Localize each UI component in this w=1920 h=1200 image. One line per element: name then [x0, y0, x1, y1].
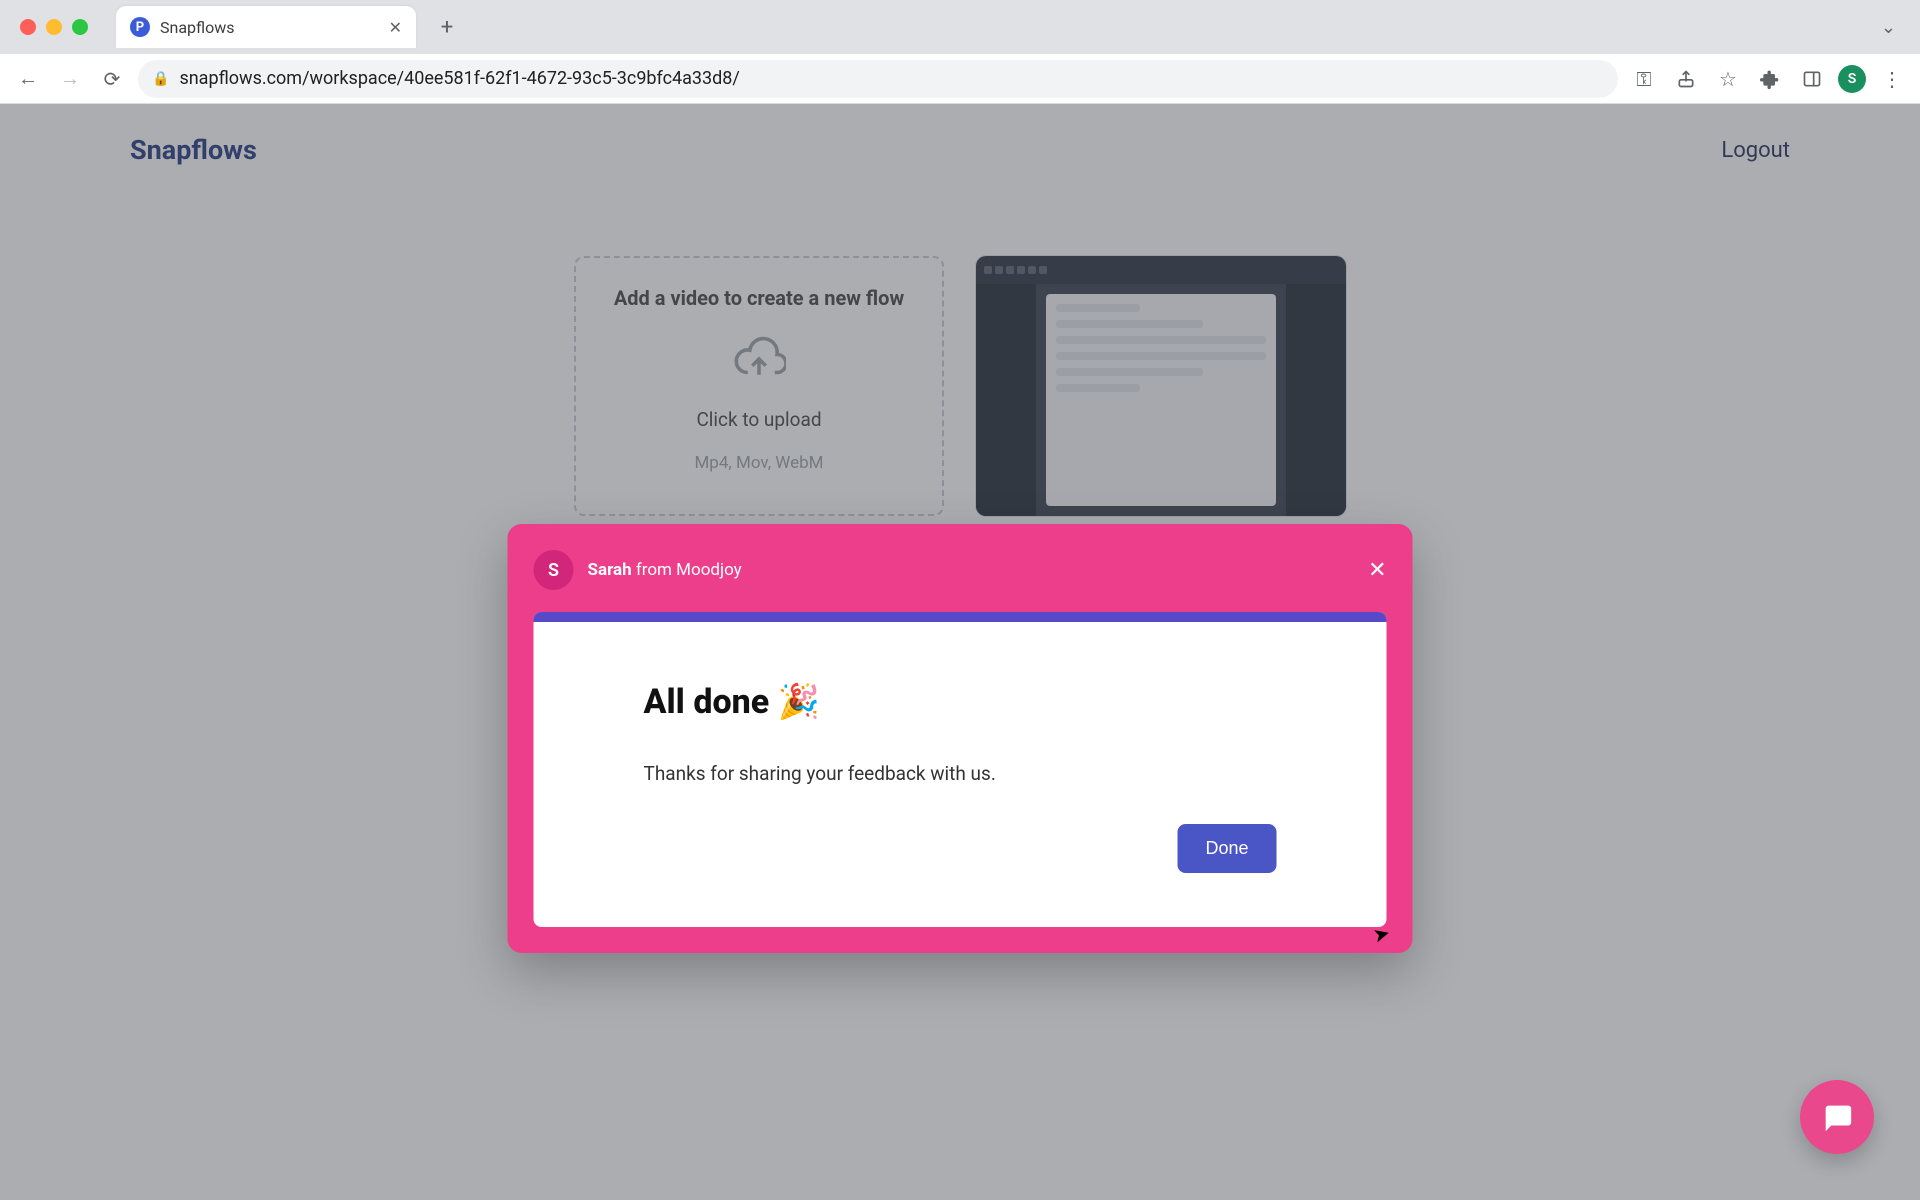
- new-tab-button[interactable]: +: [434, 14, 460, 40]
- tab-title: Snapflows: [160, 18, 379, 37]
- forward-button[interactable]: →: [54, 63, 86, 95]
- profile-avatar[interactable]: S: [1838, 65, 1866, 93]
- browser-tab[interactable]: P Snapflows ✕: [116, 6, 416, 48]
- back-button[interactable]: ←: [12, 63, 44, 95]
- favicon-icon: P: [130, 17, 150, 37]
- sender-suffix: from Moodjoy: [632, 560, 742, 580]
- tab-strip: P Snapflows ✕ + ⌄: [0, 0, 1920, 54]
- modal-title: All done 🎉: [644, 682, 1277, 722]
- modal-content: All done 🎉 Thanks for sharing your feedb…: [534, 622, 1387, 927]
- close-icon[interactable]: ✕: [1368, 558, 1386, 583]
- modal-body-text: Thanks for sharing your feedback with us…: [644, 762, 1277, 785]
- password-key-icon[interactable]: ⚿: [1628, 63, 1660, 95]
- browser-toolbar: ← → ⟳ 🔒 snapflows.com/workspace/40ee581f…: [0, 54, 1920, 104]
- sender-line: Sarah from Moodjoy: [588, 560, 742, 580]
- modal-card: All done 🎉 Thanks for sharing your feedb…: [534, 612, 1387, 927]
- reload-button[interactable]: ⟳: [96, 63, 128, 95]
- bookmark-star-icon[interactable]: ☆: [1712, 63, 1744, 95]
- sender-name: Sarah: [588, 560, 632, 580]
- kebab-menu-icon[interactable]: ⋮: [1876, 63, 1908, 95]
- intercom-launcher[interactable]: [1800, 1080, 1874, 1154]
- url-text: snapflows.com/workspace/40ee581f-62f1-46…: [179, 68, 739, 89]
- extensions-puzzle-icon[interactable]: [1754, 63, 1786, 95]
- address-bar[interactable]: 🔒 snapflows.com/workspace/40ee581f-62f1-…: [138, 60, 1618, 98]
- window-controls: [20, 19, 88, 35]
- share-icon[interactable]: [1670, 63, 1702, 95]
- modal-accent-bar: [534, 612, 1387, 622]
- sender-avatar: S: [534, 550, 574, 590]
- tabs-overflow-icon[interactable]: ⌄: [1881, 17, 1896, 38]
- lock-icon: 🔒: [152, 71, 169, 87]
- chat-icon: [1820, 1100, 1854, 1134]
- minimize-window-icon[interactable]: [46, 19, 62, 35]
- close-window-icon[interactable]: [20, 19, 36, 35]
- page: Snapflows Logout Add a video to create a…: [0, 104, 1920, 1200]
- maximize-window-icon[interactable]: [72, 19, 88, 35]
- browser-chrome: P Snapflows ✕ + ⌄ ← → ⟳ 🔒 snapflows.com/…: [0, 0, 1920, 104]
- tab-close-icon[interactable]: ✕: [389, 18, 402, 37]
- sidepanel-icon[interactable]: [1796, 63, 1828, 95]
- feedback-modal: S Sarah from Moodjoy ✕ All done 🎉 Thanks…: [508, 524, 1413, 953]
- done-button[interactable]: Done: [1177, 824, 1276, 873]
- modal-header: S Sarah from Moodjoy ✕: [534, 550, 1387, 590]
